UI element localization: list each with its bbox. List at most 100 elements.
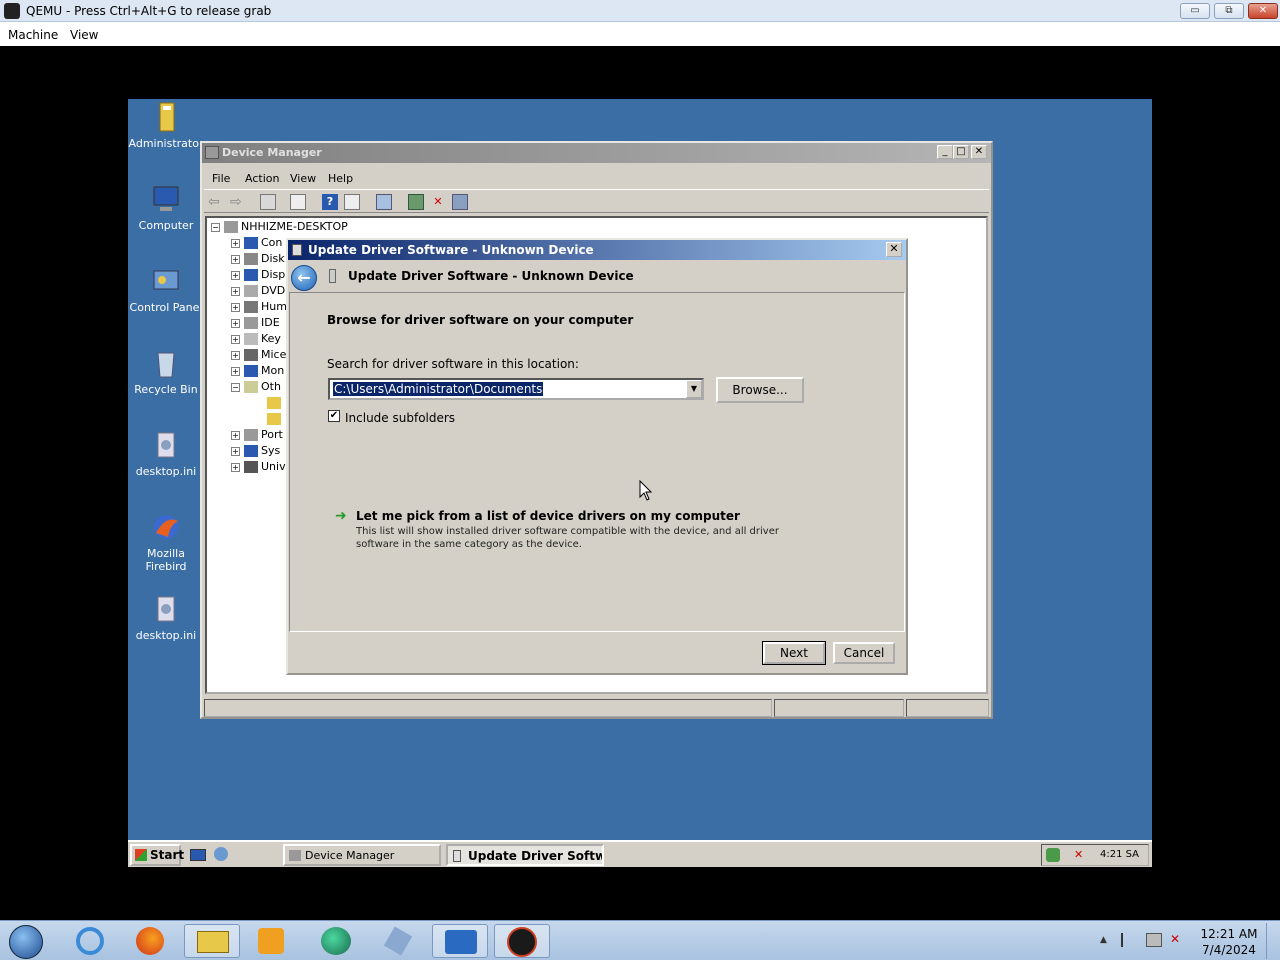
tree-item-unknown[interactable] [267,412,284,428]
tree-item[interactable]: + Disp [231,268,285,284]
firefox-icon [136,927,164,955]
taskbar-firefox[interactable] [122,924,178,958]
show-desktop-icon[interactable] [190,849,206,861]
tree-item[interactable]: + Key [231,332,281,348]
desktop-icon-desktop-ini-1[interactable]: desktop.ini [128,429,206,478]
include-subfolders-label[interactable]: Include subfolders [345,411,455,425]
app-green-icon [321,927,351,955]
tree-item[interactable]: + Disk [231,252,285,268]
taskbar-green-app[interactable] [308,924,364,958]
tool-icon [383,926,413,956]
show-hidden-icons-icon[interactable]: ▲ [1100,935,1107,945]
tree-item[interactable]: + Port [231,428,283,444]
device-manager-titlebar[interactable]: Device Manager [202,143,991,163]
taskbar-powershell[interactable] [432,924,488,958]
guest-clock[interactable]: 4:21 SA [1100,849,1139,860]
taskbar-media-player[interactable] [244,924,300,958]
tree-item[interactable]: + Univ [231,460,286,476]
disk-icon [244,253,258,265]
dialog-content-panel [289,292,905,632]
network-icon[interactable] [1146,933,1162,947]
speaker-muted-icon[interactable]: ✕ [1074,848,1088,862]
host-clock[interactable]: 12:21 AM 7/4/2024 [1196,926,1262,958]
desktop-icon-desktop-ini-2[interactable]: desktop.ini [128,593,206,642]
taskbar-explorer[interactable] [184,924,240,958]
back-arrow-icon[interactable]: ← [291,265,317,291]
disable-icon[interactable] [452,194,468,210]
dm-menu-action[interactable]: Action [245,172,279,185]
status-cell [906,699,989,717]
file-explorer-icon [197,931,229,953]
volume-muted-icon[interactable]: ✕ [1170,932,1180,946]
tree-item[interactable]: + Mon [231,364,284,380]
desktop-icon-administrator[interactable]: Administrator [128,101,206,150]
dialog-close-button[interactable]: ✕ [886,242,902,257]
computer-icon [224,221,238,233]
close-button[interactable]: ✕ [1248,3,1278,19]
update-driver-icon[interactable] [408,194,424,210]
desktop-icon-computer[interactable]: Computer [128,183,206,232]
system-tray: ✕ 4:21 SA [1041,844,1149,866]
tree-item[interactable]: + Mice [231,348,286,364]
dm-close-button[interactable]: ✕ [971,145,987,159]
tree-root[interactable]: − NHHIZME-DESKTOP [211,220,348,236]
cancel-button[interactable]: Cancel [833,642,895,664]
quick-launch-icon[interactable] [214,847,228,861]
taskbar-qemu[interactable] [494,924,550,958]
show-desktop-button[interactable] [1266,923,1278,959]
tree-item-unknown[interactable] [267,396,284,412]
settings-file-icon [157,596,175,622]
dm-menu-help[interactable]: Help [328,172,353,185]
menu-machine[interactable]: Machine [8,28,58,42]
security-icon[interactable] [1046,848,1060,862]
monitor-icon [244,365,258,377]
chevron-down-icon[interactable]: ▼ [686,380,702,398]
properties-icon[interactable] [290,194,306,210]
start-orb[interactable] [2,924,52,959]
location-value[interactable]: C:\Users\Administrator\Documents [333,382,544,396]
tree-item[interactable]: + DVD [231,284,285,300]
tree-item[interactable]: − Oth [231,380,281,396]
start-button[interactable]: Start [130,844,184,866]
action-center-flag-icon[interactable] [1121,933,1135,947]
dm-menu-file[interactable]: File [212,172,230,185]
dialog-titlebar[interactable]: Update Driver Software - Unknown Device [288,240,906,260]
dm-minimize-button[interactable]: _ [937,145,953,159]
green-arrow-icon: ➜ [335,508,347,524]
next-button[interactable]: Next [762,641,826,665]
desktop-icon-control-panel[interactable]: Control Panel [128,265,206,314]
tree-item[interactable]: + Con [231,236,282,252]
console-tree-icon[interactable] [260,194,276,210]
taskbar-ie[interactable] [62,924,118,958]
host-time: 12:21 AM [1200,927,1258,941]
tree-item[interactable]: + Sys [231,444,280,460]
pick-from-list-link[interactable]: Let me pick from a list of device driver… [356,509,740,523]
tree-item[interactable]: + Hum [231,300,287,316]
task-update-driver[interactable]: Update Driver Softwa... [446,844,604,866]
tree-item[interactable]: + IDE [231,316,280,332]
dm-maximize-button[interactable]: □ [953,145,969,159]
browse-button[interactable]: Browse... [716,377,804,403]
restore-button[interactable]: ⧉ [1214,3,1244,19]
help-icon[interactable]: ? [322,194,338,210]
menu-view[interactable]: View [70,28,98,42]
desktop-icon-label: desktop.ini [135,629,197,642]
powershell-icon [445,930,477,954]
taskbar-tool[interactable] [372,924,428,958]
view-icon[interactable] [344,194,360,210]
desktop-icon-firebird[interactable]: Mozilla Firebird [128,511,206,573]
back-icon[interactable]: ⇦ [208,194,224,210]
uninstall-icon[interactable]: ✕ [430,194,446,210]
desktop-icon-label: Computer [138,219,194,232]
forward-icon[interactable]: ⇨ [230,194,246,210]
port-icon [244,429,258,441]
desktop-icon-recycle-bin[interactable]: Recycle Bin [128,347,206,396]
scan-hardware-icon[interactable] [376,194,392,210]
dm-menu-view[interactable]: View [290,172,316,185]
include-subfolders-checkbox[interactable]: ✔ [328,410,340,422]
location-combobox[interactable]: C:\Users\Administrator\Documents ▼ [328,378,704,400]
warning-icon [267,413,281,425]
recycle-bin-icon [157,352,175,378]
task-device-manager[interactable]: Device Manager [283,844,441,866]
minimize-button[interactable]: ▭ [1180,3,1210,19]
